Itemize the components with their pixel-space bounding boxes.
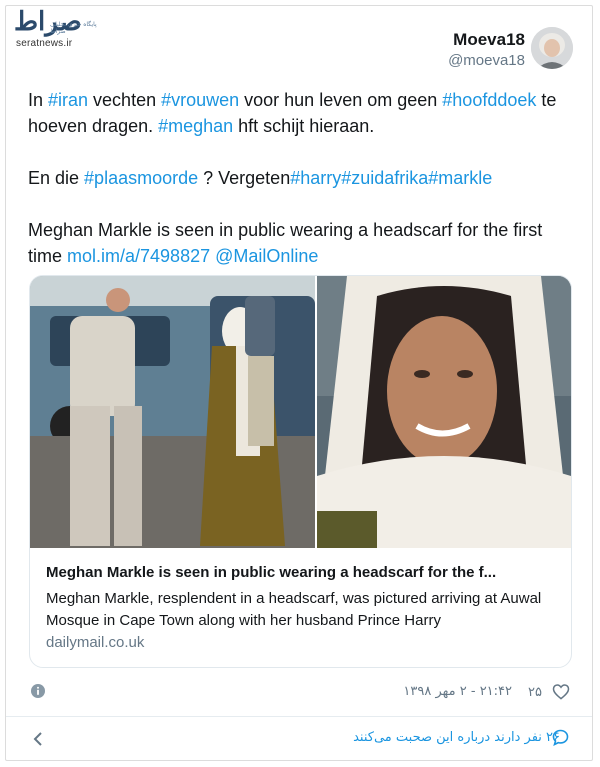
tweet-text-segment: vechten — [88, 90, 162, 110]
tweet-hashtag-link[interactable]: #harry — [290, 168, 341, 188]
link-card-domain: dailymail.co.uk — [46, 634, 145, 651]
tweet-text-segment: En die — [28, 168, 85, 188]
tweet-hashtag-link[interactable]: mol.im/a/7498827 — [67, 246, 210, 266]
tweet-hashtag-link[interactable]: #meghan — [158, 116, 233, 136]
tweet-line-1: In #iran vechten #vrouwen voor hun leven… — [28, 90, 561, 136]
author-avatar[interactable] — [531, 27, 573, 69]
watermark-tagline: پایگاه خبری تحلیلی صراط — [50, 22, 97, 35]
footer-divider — [6, 716, 592, 717]
tweet-text: In #iran vechten #vrouwen voor hun leven… — [28, 87, 563, 269]
author-handle[interactable]: @moeva18 — [448, 52, 525, 69]
tweet-text-segment: In — [28, 90, 49, 110]
info-icon[interactable] — [31, 684, 45, 698]
tweet-hashtag-link[interactable]: #vrouwen — [161, 90, 239, 110]
author-name[interactable]: Moeva18 — [453, 30, 525, 50]
link-card-title[interactable]: Meghan Markle is seen in public wearing … — [46, 564, 558, 581]
tweet-hashtag-link[interactable]: #zuidafrika — [341, 168, 428, 188]
tweet-text-segment: ? Vergeten — [198, 168, 291, 188]
link-card[interactable]: Meghan Markle is seen in public wearing … — [29, 275, 572, 668]
tweet-line-2: En die #plaasmoorde ? Vergeten#harry#zui… — [28, 168, 492, 188]
tweet-hashtag-link[interactable]: #hoofddoek — [442, 90, 536, 110]
like-count: ۲۵ — [528, 684, 542, 699]
tweet-hashtag-link[interactable]: #markle — [428, 168, 492, 188]
photo-couple-walking[interactable] — [30, 276, 315, 548]
tweet-hashtag-link[interactable]: @MailOnline — [215, 246, 318, 266]
tweet-text-segment: hft schijt hieraan. — [233, 116, 375, 136]
heart-icon[interactable] — [552, 683, 570, 700]
tweet-timestamp[interactable]: ۲۱:۴۲ - ۲ مهر ۱۳۹۸ — [403, 684, 512, 699]
photo-headscarf-closeup[interactable] — [317, 276, 571, 548]
tweet-line-3: Meghan Markle is seen in public wearing … — [28, 220, 547, 266]
tweet-hashtag-link[interactable]: #plaasmoorde — [84, 168, 198, 188]
speech-bubble-icon[interactable] — [552, 729, 569, 747]
chevron-left-icon[interactable] — [32, 731, 44, 747]
link-card-description: Meghan Markle, resplendent in a headscar… — [46, 590, 542, 629]
people-talking-link[interactable]: ۲۶ نفر دارند درباره این صحبت می‌کنند — [353, 730, 560, 745]
watermark: صراط پایگاه خبری تحلیلی صراط seratnews.i… — [14, 8, 98, 52]
tweet-text-segment: voor hun leven om geen — [239, 90, 443, 110]
watermark-url: seratnews.ir — [16, 38, 73, 49]
tweet-hashtag-link[interactable]: #iran — [48, 90, 88, 110]
